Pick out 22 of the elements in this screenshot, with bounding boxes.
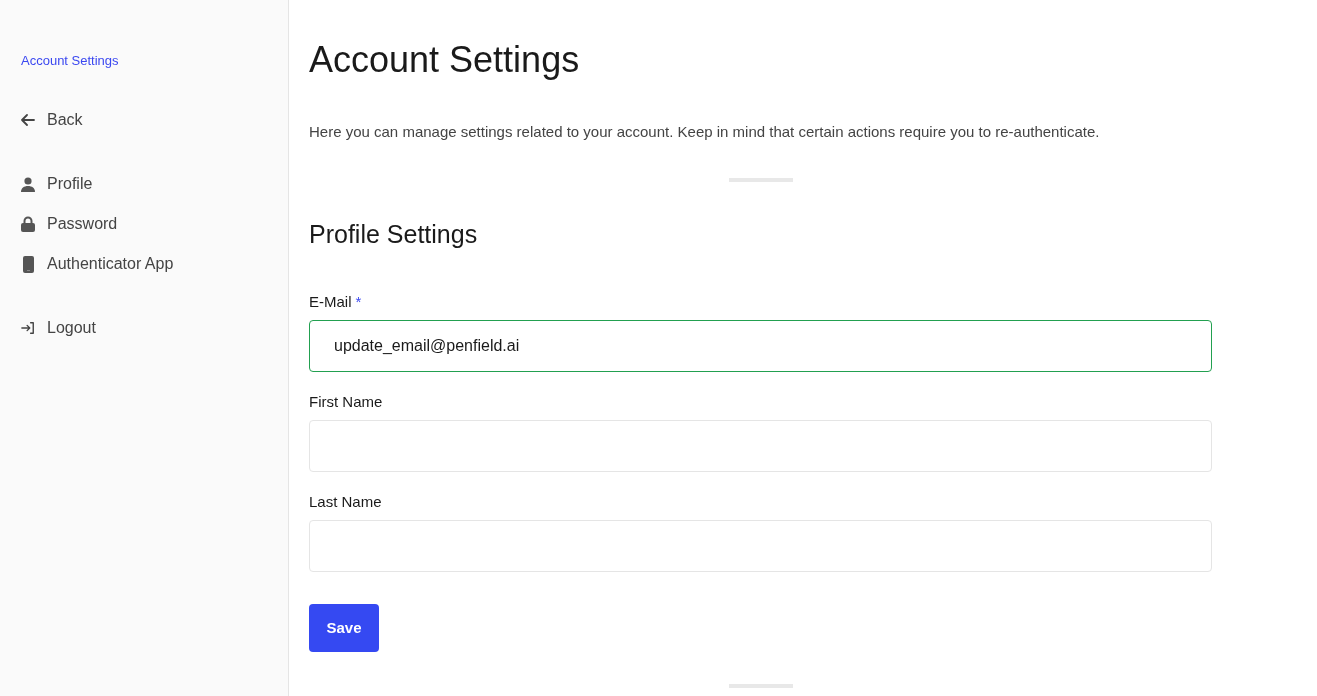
nav-link[interactable]: Profile — [21, 174, 93, 194]
back-arrow-icon — [21, 114, 35, 126]
field-label: Last Name — [309, 492, 382, 512]
nav-link[interactable]: Password — [21, 214, 118, 234]
person-icon — [21, 176, 35, 192]
logout-icon — [21, 321, 35, 335]
save-button[interactable]: Save — [309, 604, 379, 652]
text-input-field[interactable]: update_email@penfield.ai — [309, 320, 1212, 372]
text-input-field[interactable] — [309, 520, 1212, 572]
section-heading: Profile Settings — [309, 219, 479, 250]
lock-icon — [21, 216, 35, 232]
nav-link[interactable]: Authenticator App — [21, 254, 174, 274]
field-label: E-Mail — [309, 292, 352, 312]
nav-link[interactable]: Back — [21, 110, 83, 130]
field-label: First Name — [309, 392, 383, 412]
intro-text: Here you can manage settings related to your account. Keep in mind that certain actions require you to re-authenticate. — [309, 122, 1101, 142]
sidebar-title: Account Settings — [21, 52, 120, 70]
phone-icon — [22, 255, 34, 273]
required-asterisk: * — [355, 292, 362, 312]
text-input-field[interactable] — [309, 420, 1212, 472]
page-heading: Account Settings — [309, 38, 581, 82]
nav-link[interactable]: Logout — [21, 318, 96, 338]
